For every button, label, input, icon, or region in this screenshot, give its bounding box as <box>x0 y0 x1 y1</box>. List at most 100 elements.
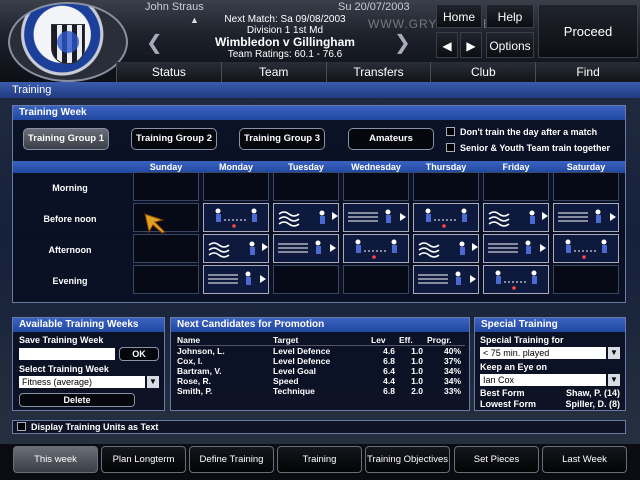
training-cell[interactable] <box>273 265 339 294</box>
training-cell[interactable] <box>553 203 619 232</box>
lowest-form-label: Lowest Form <box>480 399 537 409</box>
last-week-button[interactable]: Last Week <box>542 446 627 473</box>
nav-find[interactable]: Find <box>535 62 640 82</box>
candidate-cell: 37% <box>443 356 461 366</box>
training-cell[interactable] <box>343 172 409 201</box>
nav-transfers[interactable]: Transfers <box>325 62 431 82</box>
delete-button[interactable]: Delete <box>19 393 135 407</box>
select-week-dropdown[interactable]: Fitness (average) <box>19 376 145 388</box>
candidate-row[interactable]: Cox, I. Level Defence 6.8 1.0 37% <box>177 356 465 366</box>
training-cell[interactable] <box>273 234 339 263</box>
training-cell[interactable] <box>133 265 199 294</box>
chevron-down-icon[interactable]: ▼ <box>608 374 620 386</box>
next-match-info[interactable]: Next Match: Sa 09/08/2003 Division 1 1st… <box>200 14 370 60</box>
home-button[interactable]: Home <box>436 4 482 28</box>
training-cell[interactable] <box>343 203 409 232</box>
lowest-form-value: Spiller, D. (8) <box>565 399 620 409</box>
club-crest <box>8 2 128 82</box>
training-cell[interactable] <box>203 265 269 294</box>
training-cell[interactable] <box>133 172 199 201</box>
no-train-after-match-checkbox[interactable]: Don't train the day after a match <box>446 126 597 138</box>
col-target[interactable]: Target <box>273 335 371 346</box>
training-cell[interactable] <box>483 265 549 294</box>
training-instructions-button[interactable]: Training Instructions <box>277 446 362 480</box>
training-cell[interactable] <box>203 234 269 263</box>
candidate-row[interactable]: Johnson, L. Level Defence 4.6 1.0 40% <box>177 346 465 357</box>
senior-youth-together-checkbox[interactable]: Senior & Youth Team train together <box>446 142 610 154</box>
display-units-text-checkbox[interactable]: Display Training Units as Text <box>12 420 626 434</box>
candidate-cell: 1.0 <box>411 346 423 356</box>
training-cell[interactable] <box>273 203 339 232</box>
col-progress[interactable]: Progr. <box>427 335 465 346</box>
training-drill-icon <box>278 210 338 227</box>
training-cell[interactable] <box>553 234 619 263</box>
training-cell[interactable] <box>343 234 409 263</box>
training-objectives-button[interactable]: Training Objectives <box>365 446 450 473</box>
training-cell[interactable] <box>133 234 199 263</box>
candidate-row[interactable]: Smith, P. Technique 6.8 2.0 33% <box>177 386 465 396</box>
col-level[interactable]: Lev <box>371 335 399 346</box>
training-drill-icon <box>208 271 266 285</box>
chevron-down-icon[interactable]: ▼ <box>147 376 159 388</box>
candidate-cell: Cox, I. <box>177 356 203 366</box>
training-cell[interactable] <box>413 203 479 232</box>
back-arrow-icon[interactable]: ◀ <box>436 32 458 58</box>
candidate-cell: Smith, P. <box>177 386 213 396</box>
save-week-input[interactable] <box>19 348 115 360</box>
candidate-cell: 4.4 <box>383 376 395 386</box>
promotion-candidates-panel: Next Candidates for Promotion Name Targe… <box>170 317 470 411</box>
training-cell[interactable] <box>273 172 339 201</box>
training-group-3-button[interactable]: Training Group 3 <box>239 128 325 150</box>
options-button[interactable]: Options <box>486 32 534 58</box>
candidate-row[interactable]: Bartram, V. Level Goal 6.4 1.0 34% <box>177 366 465 376</box>
forward-arrow-icon[interactable]: ▶ <box>460 32 482 58</box>
nav-status[interactable]: Status <box>116 62 221 82</box>
checkbox-icon[interactable] <box>446 127 455 136</box>
ok-button[interactable]: OK <box>119 347 159 361</box>
col-efficiency[interactable]: Eff. <box>399 335 427 346</box>
define-training-button[interactable]: Define Training <box>189 446 274 473</box>
checkbox-icon[interactable] <box>17 422 26 431</box>
training-cell[interactable] <box>413 234 479 263</box>
training-group-1-button[interactable]: Training Group 1 <box>23 128 109 150</box>
training-cell[interactable] <box>413 172 479 201</box>
training-group-2-button[interactable]: Training Group 2 <box>131 128 217 150</box>
slot-before-noon: Before noon <box>43 214 97 224</box>
training-cell[interactable] <box>553 265 619 294</box>
next-match-up-icon[interactable]: ▲ <box>190 15 199 25</box>
crest-shield-icon <box>51 24 85 64</box>
candidates-title: Next Candidates for Promotion <box>171 318 469 332</box>
training-cell[interactable] <box>483 172 549 201</box>
amateurs-button[interactable]: Amateurs <box>348 128 434 150</box>
training-cell[interactable] <box>483 234 549 263</box>
keep-eye-label: Keep an Eye on <box>480 362 548 372</box>
training-cell[interactable] <box>203 203 269 232</box>
help-button[interactable]: Help <box>486 4 534 28</box>
nav-club[interactable]: Club <box>430 62 536 82</box>
candidates-table: Name Target Lev Eff. Progr. Johnson, L. L… <box>177 335 465 396</box>
training-drill-icon <box>418 271 476 285</box>
next-chevron-icon[interactable]: ❯ <box>394 30 411 55</box>
chevron-down-icon[interactable]: ▼ <box>608 347 620 359</box>
bottom-nav: This week Plan Longterm Define Training … <box>0 444 640 480</box>
next-match-date: Next Match: Sa 09/08/2003 <box>224 14 346 25</box>
this-week-button[interactable]: This week <box>13 446 98 473</box>
training-cell[interactable] <box>203 172 269 201</box>
set-pieces-button[interactable]: Set Pieces <box>454 446 539 473</box>
nav-team[interactable]: Team <box>220 62 326 82</box>
candidate-row[interactable]: Rose, R. Speed 4.4 1.0 34% <box>177 376 465 386</box>
training-cell[interactable] <box>343 265 409 294</box>
candidate-cell: 34% <box>443 366 461 376</box>
select-week-label: Select Training Week <box>19 364 109 374</box>
proceed-button[interactable]: Proceed <box>538 4 638 58</box>
keep-eye-dropdown[interactable]: Ian Cox <box>480 374 606 386</box>
training-cell[interactable] <box>553 172 619 201</box>
training-cell[interactable] <box>413 265 479 294</box>
col-name[interactable]: Name <box>177 335 273 346</box>
training-drill-icon <box>278 240 336 254</box>
checkbox-icon[interactable] <box>446 143 455 152</box>
training-cell[interactable] <box>483 203 549 232</box>
plan-longterm-button[interactable]: Plan Longterm <box>101 446 186 473</box>
special-for-dropdown[interactable]: < 75 min. played <box>480 347 606 359</box>
prev-chevron-icon[interactable]: ❮ <box>146 30 163 55</box>
